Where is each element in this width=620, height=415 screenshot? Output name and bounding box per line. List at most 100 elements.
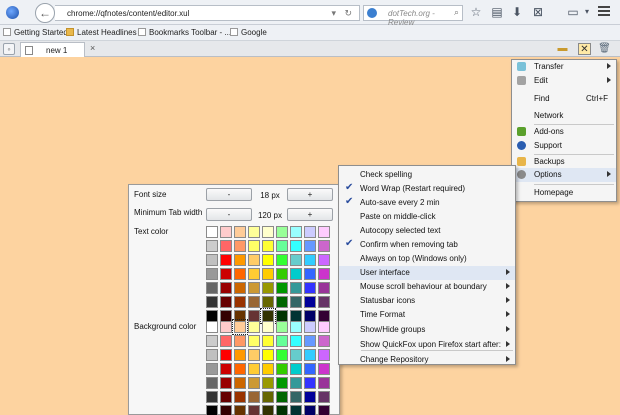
bookmark-latest-headlines[interactable]: Latest Headlines xyxy=(66,28,137,37)
background-color-swatch[interactable] xyxy=(290,335,302,347)
text-color-swatch[interactable] xyxy=(304,282,316,294)
menu-item-network[interactable]: Network xyxy=(512,109,616,123)
text-color-swatch[interactable] xyxy=(290,282,302,294)
background-color-swatch[interactable] xyxy=(318,405,330,415)
search-bar[interactable]: dotTech.org - Review ⌕ xyxy=(363,5,463,27)
options-item-mouse-scroll-behaviour-at-boundary[interactable]: Mouse scroll behaviour at boundary xyxy=(339,280,515,294)
background-color-swatch[interactable] xyxy=(276,349,288,361)
background-color-swatch[interactable] xyxy=(304,363,316,375)
text-color-swatch[interactable] xyxy=(234,226,246,238)
background-color-swatch[interactable] xyxy=(220,377,232,389)
background-color-swatch[interactable] xyxy=(318,335,330,347)
tab-close-icon[interactable]: × xyxy=(90,43,95,53)
text-color-swatch[interactable] xyxy=(290,254,302,266)
options-item-always-on-top-windows-only[interactable]: Always on top (Windows only) xyxy=(339,252,515,266)
background-color-swatch[interactable] xyxy=(262,321,274,333)
text-color-swatch[interactable] xyxy=(234,296,246,308)
text-color-swatch[interactable] xyxy=(220,240,232,252)
options-item-time-format[interactable]: Time Format xyxy=(339,308,515,322)
options-item-show-hide-groups[interactable]: Show/Hide groups xyxy=(339,323,515,337)
text-color-swatch[interactable] xyxy=(248,282,260,294)
background-color-swatch[interactable] xyxy=(248,349,260,361)
text-color-swatch[interactable] xyxy=(318,240,330,252)
background-color-swatch[interactable] xyxy=(304,349,316,361)
url-dropdown-reload-icons[interactable]: ▾ ↻ xyxy=(331,8,355,19)
search-icon[interactable]: ⌕ xyxy=(454,7,459,18)
menu-item-homepage[interactable]: Homepage xyxy=(512,186,616,200)
options-item-word-wrap-restart-required[interactable]: ✔ Word Wrap (Restart required) xyxy=(339,182,515,196)
font-size-decrease-button[interactable]: - xyxy=(206,188,252,201)
background-color-swatch[interactable] xyxy=(290,363,302,375)
text-color-swatch[interactable] xyxy=(290,226,302,238)
text-color-swatch[interactable] xyxy=(248,254,260,266)
text-color-swatch[interactable] xyxy=(304,268,316,280)
trash-icon[interactable]: 🗑 xyxy=(598,43,611,55)
options-item-autocopy-selected-text[interactable]: Autocopy selected text xyxy=(339,224,515,238)
background-color-swatch[interactable] xyxy=(234,405,246,415)
tools-icon[interactable]: ✕ xyxy=(578,43,591,55)
background-color-swatch[interactable] xyxy=(290,377,302,389)
text-color-swatch[interactable] xyxy=(318,282,330,294)
tab-menu-button[interactable]: ◦ xyxy=(3,43,15,55)
background-color-swatch[interactable] xyxy=(248,335,260,347)
bookmark-getting-started[interactable]: Getting Started xyxy=(3,28,68,37)
text-color-swatch[interactable] xyxy=(206,240,218,252)
text-color-swatch[interactable] xyxy=(304,296,316,308)
search-engine-icon[interactable] xyxy=(367,8,377,18)
bookmark-star-icon[interactable]: ☆ xyxy=(469,5,483,19)
chevron-down-icon[interactable]: ▾ xyxy=(580,5,594,19)
text-color-swatch[interactable] xyxy=(206,268,218,280)
background-color-swatch[interactable] xyxy=(276,377,288,389)
text-color-swatch[interactable] xyxy=(206,254,218,266)
background-color-swatch[interactable] xyxy=(234,377,246,389)
text-color-swatch[interactable] xyxy=(206,226,218,238)
background-color-swatch[interactable] xyxy=(318,363,330,375)
text-color-swatch[interactable] xyxy=(248,268,260,280)
tab-new-1[interactable]: new 1 xyxy=(20,42,85,57)
background-color-swatch[interactable] xyxy=(220,405,232,415)
background-color-swatch[interactable] xyxy=(220,321,232,333)
quickfox-toolbar-icon[interactable]: ▭ xyxy=(566,5,580,19)
text-color-swatch[interactable] xyxy=(262,282,274,294)
text-color-swatch[interactable] xyxy=(304,226,316,238)
background-color-swatch[interactable] xyxy=(232,319,248,335)
addon-toolbar-icon[interactable]: ⊠ xyxy=(531,5,545,19)
background-color-swatch[interactable] xyxy=(248,405,260,415)
text-color-swatch[interactable] xyxy=(318,254,330,266)
text-color-swatch[interactable] xyxy=(220,296,232,308)
text-color-swatch[interactable] xyxy=(262,226,274,238)
background-color-swatch[interactable] xyxy=(248,391,260,403)
bookmarks-menu-icon[interactable]: ▤ xyxy=(490,5,504,19)
background-color-swatch[interactable] xyxy=(276,363,288,375)
background-color-swatch[interactable] xyxy=(304,391,316,403)
background-color-swatch[interactable] xyxy=(290,405,302,415)
downloads-icon[interactable]: ⬇ xyxy=(510,5,524,19)
background-color-swatch[interactable] xyxy=(234,335,246,347)
background-color-swatch[interactable] xyxy=(304,405,316,415)
background-color-swatch[interactable] xyxy=(234,349,246,361)
text-color-swatch[interactable] xyxy=(234,268,246,280)
options-item-paste-on-middle-click[interactable]: Paste on middle-click xyxy=(339,210,515,224)
background-color-swatch[interactable] xyxy=(206,321,218,333)
background-color-swatch[interactable] xyxy=(318,377,330,389)
text-color-swatch[interactable] xyxy=(276,240,288,252)
background-color-swatch[interactable] xyxy=(304,377,316,389)
options-item-change-repository[interactable]: Change Repository xyxy=(339,353,515,367)
background-color-swatch[interactable] xyxy=(248,321,260,333)
background-color-swatch[interactable] xyxy=(206,335,218,347)
text-color-swatch[interactable] xyxy=(234,282,246,294)
options-item-check-spelling[interactable]: Check spelling xyxy=(339,168,515,182)
background-color-swatch[interactable] xyxy=(262,363,274,375)
background-color-swatch[interactable] xyxy=(206,405,218,415)
background-color-swatch[interactable] xyxy=(262,377,274,389)
folder-icon[interactable]: ▬ xyxy=(556,43,569,55)
font-size-increase-button[interactable]: + xyxy=(287,188,333,201)
text-color-swatch[interactable] xyxy=(220,254,232,266)
background-color-swatch[interactable] xyxy=(248,377,260,389)
text-color-swatch[interactable] xyxy=(276,226,288,238)
options-item-auto-save-every-2-min[interactable]: ✔ Auto-save every 2 min xyxy=(339,196,515,210)
url-bar[interactable]: chrome://qfnotes/content/editor.xul ▾ ↻ xyxy=(55,5,360,21)
text-color-swatch[interactable] xyxy=(318,296,330,308)
back-button[interactable]: ← xyxy=(35,3,55,23)
text-color-swatch[interactable] xyxy=(276,296,288,308)
